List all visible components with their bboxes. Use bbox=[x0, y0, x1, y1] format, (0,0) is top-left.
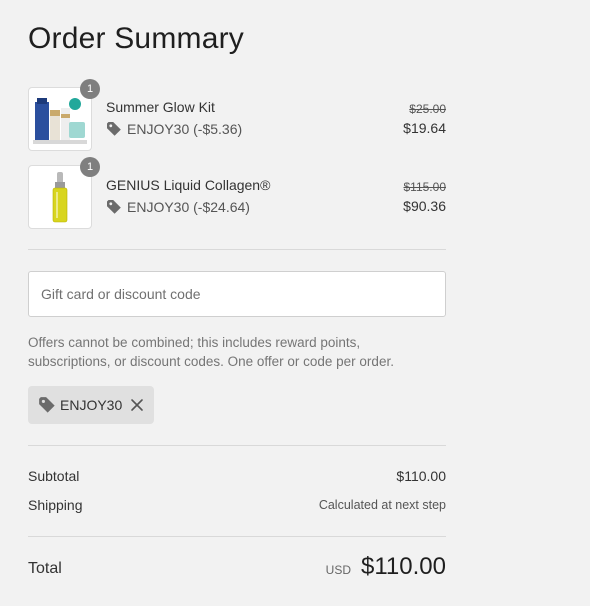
shipping-value: Calculated at next step bbox=[318, 498, 446, 512]
total-amount: USD $110.00 bbox=[326, 553, 446, 581]
total-label: Total bbox=[28, 560, 62, 577]
applied-discount-chip: ENJOY30 bbox=[28, 386, 155, 424]
line-item: 1 Summer Glow Kit ENJOY30 (-$5.36) $25.0… bbox=[28, 79, 446, 151]
line-item: 1 GENIUS Liquid Collagen® ENJOY30 (-$24.… bbox=[28, 157, 447, 229]
item-discount: ENJOY30 (-$24.64) bbox=[106, 199, 250, 215]
divider bbox=[28, 536, 446, 537]
discounted-price: $90.36 bbox=[403, 198, 446, 214]
original-price: $115.00 bbox=[403, 180, 447, 194]
product-thumbnail: 1 bbox=[28, 79, 100, 151]
close-icon[interactable] bbox=[130, 398, 144, 412]
summer-glow-kit-image bbox=[33, 98, 87, 144]
item-name: Summer Glow Kit bbox=[106, 99, 215, 115]
item-discount-text: ENJOY30 (-$5.36) bbox=[127, 121, 243, 137]
tag-icon bbox=[107, 200, 121, 214]
quantity-badge: 1 bbox=[80, 79, 100, 99]
subtotal-label: Subtotal bbox=[28, 468, 80, 484]
product-thumbnail: 1 bbox=[28, 157, 100, 229]
divider bbox=[28, 249, 446, 250]
applied-discount-code: ENJOY30 bbox=[60, 397, 123, 413]
item-name: GENIUS Liquid Collagen® bbox=[106, 177, 271, 193]
quantity-badge: 1 bbox=[80, 157, 100, 177]
page-title: Order Summary bbox=[28, 22, 244, 55]
original-price: $25.00 bbox=[409, 102, 446, 116]
liquid-collagen-image bbox=[52, 172, 68, 223]
currency-code: USD bbox=[325, 563, 352, 577]
subtotal-value: $110.00 bbox=[396, 468, 446, 484]
item-discount: ENJOY30 (-$5.36) bbox=[106, 121, 242, 137]
shipping-label: Shipping bbox=[28, 497, 83, 513]
tag-icon bbox=[39, 397, 55, 413]
discounted-price: $19.64 bbox=[403, 120, 446, 136]
discount-code-input[interactable] bbox=[28, 271, 446, 317]
tag-icon bbox=[107, 122, 121, 136]
total-value: $110.00 bbox=[361, 553, 446, 580]
divider bbox=[28, 445, 446, 446]
item-discount-text: ENJOY30 (-$24.64) bbox=[127, 199, 250, 215]
offers-note: Offers cannot be combined; this includes… bbox=[28, 335, 394, 369]
